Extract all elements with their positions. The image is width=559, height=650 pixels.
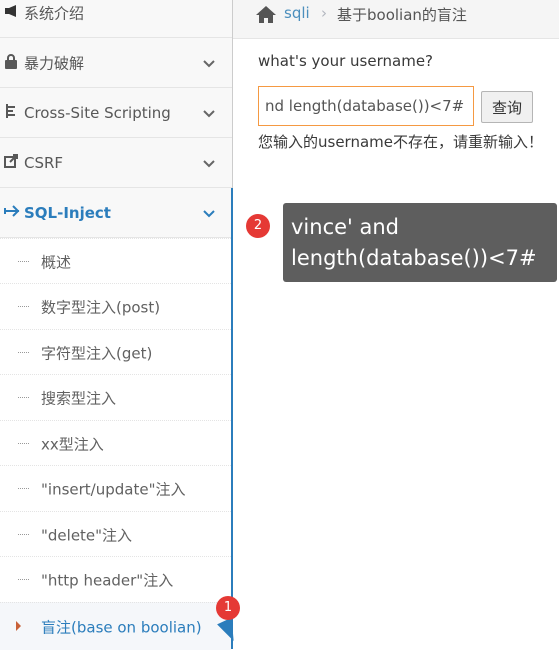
menu-label: SQL-Inject: [24, 203, 111, 222]
chevron-down-icon: [203, 109, 215, 117]
submenu-label: 盲注(base on boolian): [41, 618, 202, 636]
submenu-item-search[interactable]: 搜索型注入: [0, 374, 231, 420]
tree-icon: [4, 103, 18, 123]
breadcrumb-separator: ›: [321, 4, 327, 22]
chevron-down-icon: [203, 59, 215, 67]
submenu-item-insert-update[interactable]: "insert/update"注入: [0, 465, 231, 511]
submenu-label: 字符型注入(get): [41, 344, 153, 362]
submenu-label: 概述: [41, 253, 72, 271]
menu-label: CSRF: [24, 153, 64, 172]
breadcrumb-sqli-link[interactable]: sqli: [284, 4, 310, 22]
submenu-item-xx[interactable]: xx型注入: [0, 420, 231, 466]
submenu-item-numeric-post[interactable]: 数字型注入(post): [0, 283, 231, 329]
submenu-item-http-header[interactable]: "http header"注入: [0, 556, 231, 602]
username-prompt: what's your username?: [258, 52, 434, 70]
submenu-label: 数字型注入(post): [41, 298, 161, 316]
annotation-badge-1: 1: [216, 596, 240, 620]
result-message: 您输入的username不存在，请重新输入！: [258, 133, 543, 151]
submenu-item-overview[interactable]: 概述: [0, 238, 231, 284]
submenu-label: "delete"注入: [41, 526, 133, 544]
submenu-item-delete[interactable]: "delete"注入: [0, 511, 231, 557]
chevron-down-icon: [203, 159, 215, 167]
chevron-down-icon: [203, 209, 215, 217]
submenu-item-blind-boolian[interactable]: 盲注(base on boolian): [0, 602, 231, 650]
annotation-badge-2: 2: [246, 214, 270, 238]
breadcrumb: sqli › 基于boolian的盲注: [233, 0, 559, 39]
active-indicator: [231, 188, 233, 649]
home-icon[interactable]: [255, 4, 277, 24]
submenu-label: "insert/update"注入: [41, 480, 186, 498]
annotation-tooltip: vince' and length(database())<7#: [283, 203, 557, 282]
submenu-label: 搜索型注入: [41, 389, 117, 407]
submenu-label: xx型注入: [41, 435, 104, 453]
menu-label: 暴力破解: [24, 54, 85, 72]
caret-right-icon: [16, 621, 21, 631]
menu-system-intro[interactable]: 系统介绍: [0, 0, 232, 38]
menu-sql-inject[interactable]: SQL-Inject: [0, 188, 232, 238]
share-icon: [4, 153, 18, 172]
menu-xss[interactable]: Cross-Site Scripting: [0, 88, 232, 138]
menu-label: Cross-Site Scripting: [24, 103, 171, 122]
submenu-item-string-get[interactable]: 字符型注入(get): [0, 329, 231, 375]
tooltip-line-1: vince' and: [291, 215, 399, 239]
query-button[interactable]: 查询: [481, 91, 533, 123]
bullhorn-icon: [4, 4, 22, 22]
lock-icon: [4, 53, 18, 73]
menu-csrf[interactable]: CSRF: [0, 138, 232, 188]
submenu-label: "http header"注入: [41, 571, 174, 589]
menu-brute-force[interactable]: 暴力破解: [0, 38, 232, 88]
username-input[interactable]: [258, 86, 474, 126]
tooltip-line-2: length(database())<7#: [291, 246, 537, 270]
breadcrumb-current: 基于boolian的盲注: [337, 6, 467, 24]
menu-label: 系统介绍: [24, 4, 85, 22]
plane-icon: [4, 204, 20, 221]
